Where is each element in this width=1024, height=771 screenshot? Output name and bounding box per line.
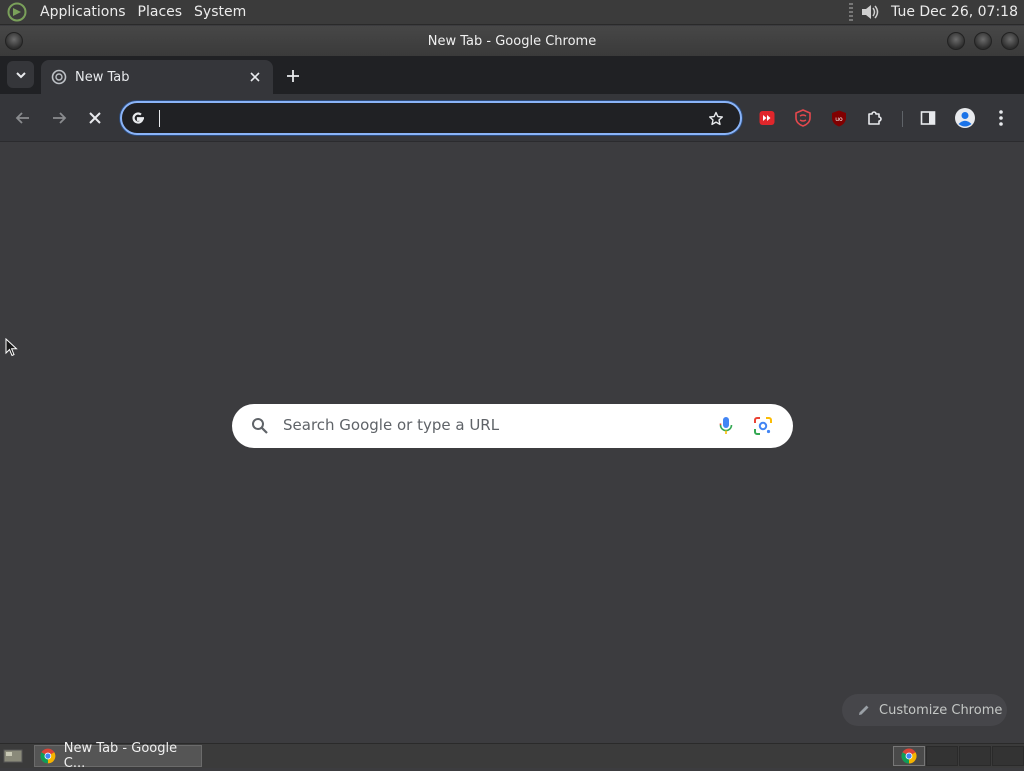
mouse-pointer-icon <box>5 338 18 357</box>
search-icon <box>250 416 270 436</box>
workspace-4[interactable] <box>992 746 1024 766</box>
plus-icon <box>287 70 299 82</box>
tab-title: New Tab <box>75 69 130 85</box>
text-caret <box>159 110 160 127</box>
ntp-search-box[interactable]: Search Google or type a URL <box>232 404 793 448</box>
maximize-button[interactable] <box>974 32 992 50</box>
toolbar-divider <box>902 111 903 127</box>
address-bar[interactable] <box>120 101 742 135</box>
browser-toolbar: uo <box>0 94 1024 142</box>
applications-menu[interactable]: Applications <box>34 0 132 25</box>
kebab-menu-icon <box>999 110 1003 126</box>
back-button[interactable] <box>9 104 37 132</box>
customize-chrome-button[interactable]: Customize Chrome <box>842 694 1007 726</box>
window-titlebar[interactable]: New Tab - Google Chrome <box>0 26 1024 56</box>
chrome-icon <box>901 748 917 764</box>
tab-new-tab[interactable]: New Tab <box>41 60 273 94</box>
bookmark-star-icon[interactable] <box>706 109 726 129</box>
arrow-right-icon <box>53 112 67 124</box>
chrome-icon <box>40 748 56 764</box>
search-placeholder: Search Google or type a URL <box>283 416 500 434</box>
pencil-icon <box>857 703 871 717</box>
new-tab-button[interactable] <box>282 65 304 87</box>
show-desktop-icon[interactable] <box>2 747 24 765</box>
tab-close-icon[interactable] <box>247 69 263 85</box>
new-tab-page: Search Google or type a URL Customize Ch… <box>0 142 1024 743</box>
top-panel: Applications Places System Tue Dec 26, 0… <box>0 0 1024 25</box>
window-title: New Tab - Google Chrome <box>427 33 597 49</box>
extensions-puzzle-icon[interactable] <box>861 104 889 132</box>
side-panel-button[interactable] <box>914 104 942 132</box>
ublock-origin-icon[interactable]: uo <box>825 104 853 132</box>
tab-strip: New Tab <box>0 56 1024 94</box>
clock[interactable]: Tue Dec 26, 07:18 <box>891 4 1024 20</box>
svg-text:uo: uo <box>835 116 843 123</box>
video-speed-controller-icon[interactable] <box>753 104 781 132</box>
customize-chrome-label: Customize Chrome <box>879 702 1003 718</box>
window-menu-button[interactable] <box>5 32 23 50</box>
workspace-1[interactable] <box>893 746 925 766</box>
forward-button[interactable] <box>45 104 73 132</box>
taskbar-item-label: New Tab - Google C... <box>63 741 178 771</box>
arrow-left-icon <box>15 112 29 124</box>
places-menu[interactable]: Places <box>132 0 189 25</box>
panel-grip <box>849 3 854 21</box>
taskbar-item-chrome[interactable]: New Tab - Google C... <box>34 741 202 771</box>
surfshark-icon[interactable] <box>789 104 817 132</box>
chrome-menu-button[interactable] <box>987 104 1015 132</box>
profile-avatar-button[interactable] <box>951 104 979 132</box>
tab-search-button[interactable] <box>7 61 34 88</box>
google-lens-icon[interactable] <box>752 416 774 436</box>
close-window-button[interactable] <box>1001 32 1019 50</box>
google-g-icon <box>129 109 147 127</box>
stop-loading-button[interactable] <box>81 104 109 132</box>
side-panel-icon <box>920 111 936 125</box>
workspace-2[interactable] <box>926 746 958 766</box>
voice-search-icon[interactable] <box>716 416 736 436</box>
chevron-down-icon <box>15 71 26 78</box>
loading-favicon-icon <box>51 69 67 85</box>
address-input[interactable] <box>156 106 696 130</box>
bottom-taskbar: New Tab - Google C... <box>0 741 1024 771</box>
minimize-button[interactable] <box>947 32 965 50</box>
close-icon <box>89 112 101 124</box>
volume-icon[interactable] <box>859 2 881 22</box>
workspace-3[interactable] <box>959 746 991 766</box>
avatar-icon <box>955 108 975 128</box>
distro-logo-icon[interactable] <box>6 1 28 23</box>
system-menu[interactable]: System <box>188 0 252 25</box>
